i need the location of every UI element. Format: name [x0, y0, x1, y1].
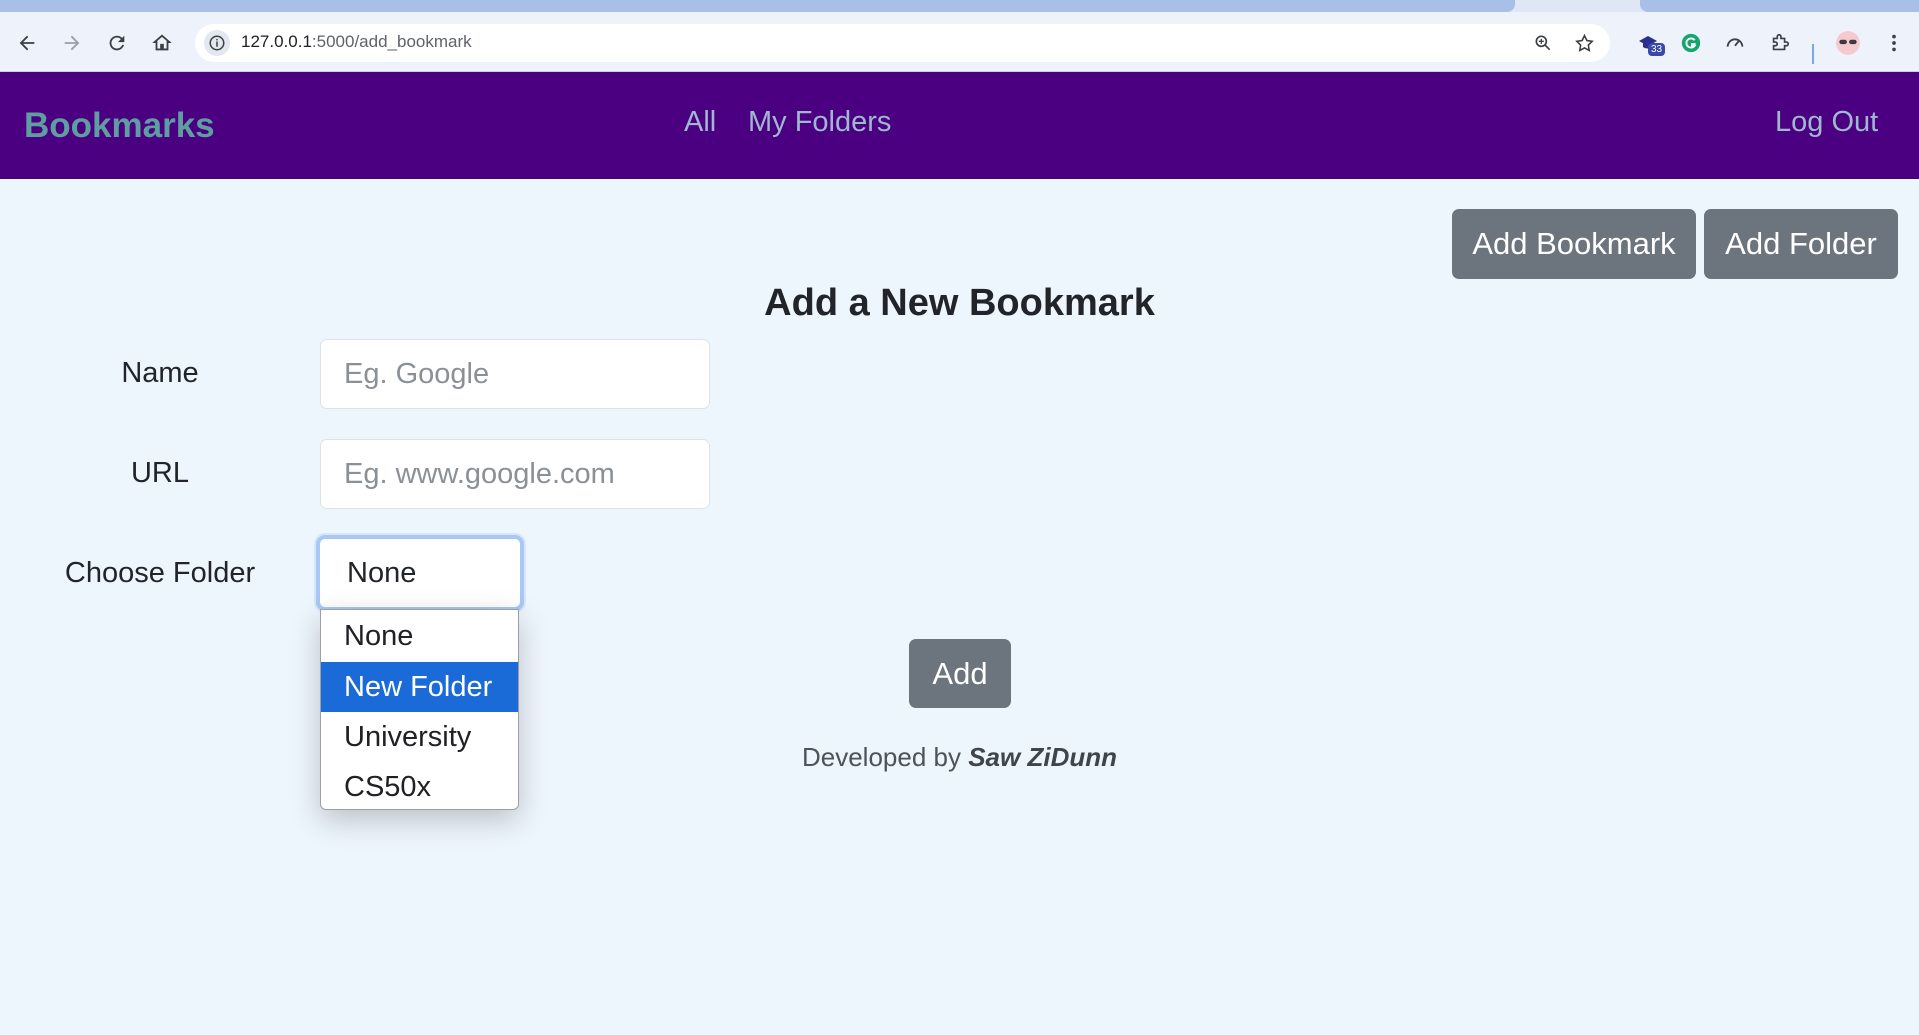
- grammarly-icon[interactable]: [1676, 28, 1706, 58]
- name-input[interactable]: Eg. Google: [320, 339, 710, 409]
- footer-credit: Developed by Saw ZiDunn: [0, 742, 1919, 773]
- url-path: :5000/add_bookmark: [311, 32, 472, 51]
- logout-link[interactable]: Log Out: [1775, 106, 1878, 139]
- profile-avatar-icon[interactable]: [1833, 28, 1863, 58]
- folder-option-none[interactable]: None: [321, 610, 518, 662]
- nav-link-all[interactable]: All: [684, 106, 716, 139]
- folder-label: Choose Folder: [64, 557, 256, 589]
- browser-tab[interactable]: [1640, 0, 1919, 12]
- folder-select[interactable]: None: [316, 535, 524, 611]
- forward-icon[interactable]: [57, 28, 87, 58]
- home-icon[interactable]: [147, 28, 177, 58]
- extension-badge: 33: [1648, 43, 1666, 56]
- address-bar[interactable]: 127.0.0.1:5000/add_bookmark: [195, 24, 1610, 62]
- brand-logo[interactable]: Bookmarks: [24, 106, 215, 146]
- footer-author: Saw ZiDunn: [968, 742, 1117, 772]
- reload-icon[interactable]: [102, 28, 132, 58]
- zoom-icon[interactable]: [1531, 31, 1555, 55]
- extensions-puzzle-icon[interactable]: [1765, 28, 1795, 58]
- nav-link-my-folders[interactable]: My Folders: [748, 106, 891, 139]
- folder-dropdown-list: None New Folder University CS50x: [320, 609, 519, 810]
- browser-toolbar: 127.0.0.1:5000/add_bookmark 33: [0, 12, 1919, 72]
- footer-prefix: Developed by: [801, 742, 961, 772]
- browser-tab-active[interactable]: [0, 0, 1515, 12]
- browser-menu-icon[interactable]: [1879, 28, 1909, 58]
- url-label: URL: [130, 457, 189, 489]
- url-host: 127.0.0.1: [241, 32, 312, 51]
- folder-option-new-folder[interactable]: New Folder: [321, 662, 518, 712]
- add-folder-button[interactable]: Add Folder: [1704, 209, 1898, 279]
- app-navbar: Bookmarks All My Folders Log Out: [0, 72, 1919, 179]
- back-icon[interactable]: [12, 28, 42, 58]
- url-input[interactable]: Eg. www.google.com: [320, 439, 710, 509]
- extension-icon[interactable]: 33: [1633, 28, 1666, 58]
- submit-add-button[interactable]: Add: [909, 639, 1011, 708]
- browser-tab-strip: [0, 0, 1919, 12]
- page-title: Add a New Bookmark: [764, 282, 1155, 324]
- toolbar-separator: [1812, 44, 1814, 64]
- site-info-icon[interactable]: [204, 30, 230, 56]
- speedometer-icon[interactable]: [1720, 28, 1750, 58]
- url-text: 127.0.0.1:5000/add_bookmark: [241, 32, 472, 52]
- bookmark-star-icon[interactable]: [1572, 31, 1596, 55]
- name-label: Name: [121, 357, 199, 389]
- add-bookmark-button[interactable]: Add Bookmark: [1452, 209, 1696, 279]
